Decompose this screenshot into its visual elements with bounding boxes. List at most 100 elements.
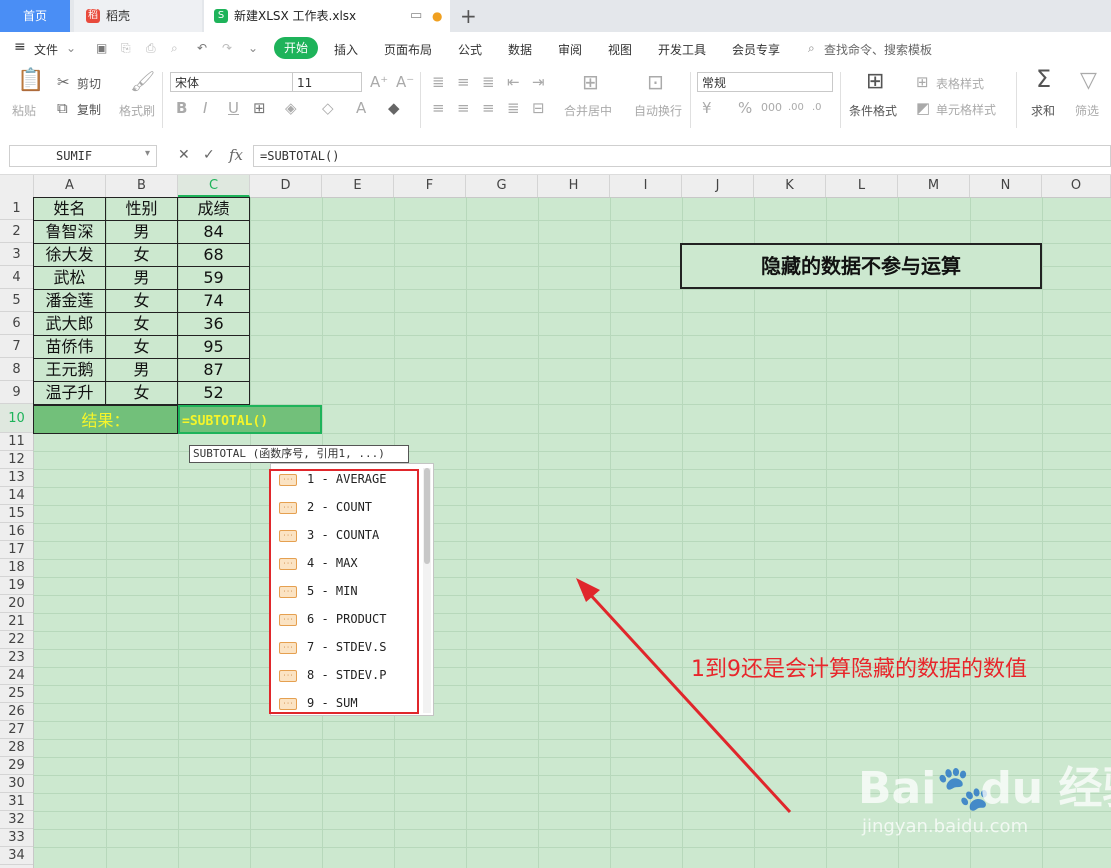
filter-button[interactable]: 筛选 (1075, 102, 1099, 119)
cancel-icon[interactable]: ✕ (178, 147, 190, 163)
column-header[interactable]: M (898, 175, 970, 197)
decrease-decimal-icon[interactable]: .0 (812, 99, 822, 117)
header-name[interactable]: 姓名 (34, 198, 105, 220)
row-header[interactable]: 32 (0, 811, 33, 829)
thousands-icon[interactable]: 000 (761, 99, 782, 117)
font-color-icon[interactable]: A (356, 99, 366, 117)
column-header[interactable]: L (826, 175, 898, 197)
header-gender[interactable]: 性别 (106, 198, 177, 220)
menu-review[interactable]: 审阅 (558, 41, 582, 58)
cell-name[interactable]: 武松 (34, 267, 105, 289)
column-header[interactable]: B (106, 175, 178, 197)
menu-file[interactable]: 文件 (34, 41, 58, 58)
export-icon[interactable]: ⎘ (121, 41, 131, 56)
row-header[interactable]: 31 (0, 793, 33, 811)
unsaved-dot-icon[interactable]: ● (432, 0, 442, 32)
column-header[interactable]: H (538, 175, 610, 197)
new-tab-plus-icon[interactable]: + (460, 0, 482, 32)
fill-bucket-icon[interactable]: ◇ (322, 99, 334, 117)
cell-name[interactable]: 徐大发 (34, 244, 105, 266)
table-style-icon[interactable]: ⊞ (916, 73, 929, 91)
row-header[interactable]: 29 (0, 757, 33, 775)
column-header[interactable]: O (1042, 175, 1111, 197)
column-header[interactable]: K (754, 175, 826, 197)
wrap-text-icon[interactable]: ⊡ (647, 72, 664, 92)
paste-button[interactable]: 粘贴 (12, 102, 36, 119)
conditional-format-button[interactable]: 条件格式 (849, 102, 897, 119)
tab-docer[interactable]: 稻 稻壳 (74, 0, 202, 32)
menu-data[interactable]: 数据 (508, 41, 532, 58)
number-format-select[interactable]: 常规 (697, 72, 833, 92)
sum-icon[interactable]: Σ (1036, 67, 1051, 91)
row-header[interactable]: 27 (0, 721, 33, 739)
row-header[interactable]: 33 (0, 829, 33, 847)
cell-name[interactable]: 苗侨伟 (34, 336, 105, 358)
save-icon[interactable]: ▣ (96, 41, 107, 55)
font-grow-icon[interactable]: A⁺ (370, 73, 388, 91)
cell-gender[interactable]: 男 (106, 359, 177, 381)
redo-icon[interactable]: ↷ (222, 41, 232, 55)
cell-gender[interactable]: 男 (106, 267, 177, 289)
row-header[interactable]: 19 (0, 577, 33, 595)
row-header[interactable]: 7 (0, 335, 33, 358)
column-header[interactable]: A (34, 175, 106, 197)
row-header[interactable]: 24 (0, 667, 33, 685)
distribute-icon[interactable]: ⊟ (532, 99, 545, 117)
column-header[interactable]: G (466, 175, 538, 197)
undo-icon[interactable]: ↶ (197, 41, 207, 55)
row-header[interactable]: 18 (0, 559, 33, 577)
row-header[interactable]: 21 (0, 613, 33, 631)
bold-icon[interactable]: B (176, 99, 187, 117)
result-label[interactable]: 结果： (33, 405, 178, 434)
row-header[interactable]: 20 (0, 595, 33, 613)
column-header[interactable]: J (682, 175, 754, 197)
row-header[interactable]: 12 (0, 451, 33, 469)
chevron-down-icon[interactable]: ⌄ (66, 41, 76, 55)
menu-insert[interactable]: 插入 (334, 41, 358, 58)
menu-developer[interactable]: 开发工具 (658, 41, 706, 58)
row-header[interactable]: 22 (0, 631, 33, 649)
column-header[interactable]: E (322, 175, 394, 197)
table-style-button[interactable]: 表格样式 (936, 75, 984, 92)
row-header[interactable]: 28 (0, 739, 33, 757)
name-box-chevron-icon[interactable]: ▾ (145, 148, 150, 159)
row-header[interactable]: 34 (0, 847, 33, 865)
menu-view[interactable]: 视图 (608, 41, 632, 58)
tab-home[interactable]: 首页 (0, 0, 70, 32)
cell-name[interactable]: 王元鹅 (34, 359, 105, 381)
align-left-icon[interactable]: ≡ (432, 99, 445, 117)
justify-icon[interactable]: ≣ (507, 99, 520, 117)
cell-score[interactable]: 59 (178, 267, 249, 289)
filter-icon[interactable]: ▽ (1080, 70, 1097, 92)
row-header[interactable]: 6 (0, 312, 33, 335)
monitor-icon[interactable]: ▭ (410, 0, 422, 32)
scissors-icon[interactable]: ✂ (57, 73, 70, 91)
cell-name[interactable]: 武大郎 (34, 313, 105, 335)
merge-center-button[interactable]: 合并居中 (564, 102, 612, 119)
increase-decimal-icon[interactable]: .00 (788, 99, 804, 117)
menu-membership[interactable]: 会员专享 (732, 41, 780, 58)
copy-icon[interactable]: ⧉ (57, 99, 68, 117)
column-header[interactable]: D (250, 175, 322, 197)
paste-icon[interactable]: 📋 (17, 70, 44, 92)
conditional-format-icon[interactable]: ⊞ (866, 71, 884, 93)
italic-icon[interactable]: I (203, 99, 207, 117)
command-search[interactable]: 查找命令、搜索模板 (824, 41, 932, 58)
cell-score[interactable]: 87 (178, 359, 249, 381)
cell-style-button[interactable]: 单元格样式 (936, 101, 996, 118)
quick-access-chevron-icon[interactable]: ⌄ (248, 41, 258, 55)
row-header[interactable]: 4 (0, 266, 33, 289)
cell-score[interactable]: 52 (178, 382, 249, 404)
align-center-icon[interactable]: ≡ (457, 99, 470, 117)
row-header[interactable]: 1 (0, 197, 33, 220)
column-header[interactable]: F (394, 175, 466, 197)
dropdown-scrollbar[interactable] (423, 468, 431, 713)
header-score[interactable]: 成绩 (178, 198, 249, 220)
font-size-select[interactable]: 11 (292, 72, 362, 92)
fill-color-icon[interactable]: ◈ (285, 99, 297, 117)
cell-score[interactable]: 84 (178, 221, 249, 243)
menu-formulas[interactable]: 公式 (458, 41, 482, 58)
row-header[interactable]: 30 (0, 775, 33, 793)
cell-score[interactable]: 74 (178, 290, 249, 312)
cell-gender[interactable]: 女 (106, 290, 177, 312)
